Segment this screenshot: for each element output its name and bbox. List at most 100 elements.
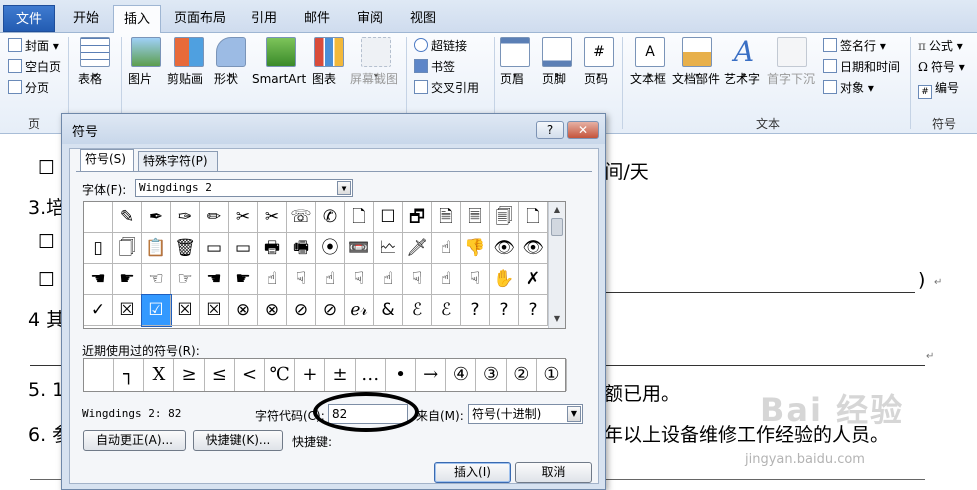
- symbol-cell[interactable]: ℯ𝓇: [345, 295, 374, 326]
- equation-button[interactable]: π 公式 ▾: [918, 36, 963, 56]
- recent-symbol-cell[interactable]: •: [386, 359, 416, 391]
- insert-button[interactable]: 插入(I): [434, 462, 511, 483]
- tab-mailings[interactable]: 邮件: [293, 5, 341, 32]
- symbol-cell[interactable]: ☝: [374, 264, 403, 295]
- symbol-cell[interactable]: 📋: [142, 233, 171, 264]
- drop-cap-button[interactable]: 首字下沉: [767, 37, 817, 86]
- symbol-cell[interactable]: ✒: [142, 202, 171, 233]
- number-button[interactable]: # 编号: [918, 78, 959, 99]
- symbol-cell[interactable]: 📼: [345, 233, 374, 264]
- symbol-cell[interactable]: ☛: [229, 264, 258, 295]
- object-button[interactable]: 对象 ▾: [823, 78, 874, 98]
- tab-insert[interactable]: 插入: [113, 5, 161, 34]
- signature-line-button[interactable]: 签名行 ▾: [823, 36, 886, 56]
- tab-review[interactable]: 审阅: [346, 5, 394, 32]
- recent-symbol-cell[interactable]: ①: [537, 359, 567, 391]
- symbol-cell[interactable]: ℰ: [432, 295, 461, 326]
- symbol-cell[interactable]: ✂: [229, 202, 258, 233]
- symbol-button[interactable]: Ω 符号 ▾: [918, 57, 965, 77]
- symbol-cell[interactable]: 👁: [490, 233, 519, 264]
- recent-symbol-cell[interactable]: ④: [446, 359, 477, 391]
- symbol-cell[interactable]: ☒: [113, 295, 142, 326]
- wordart-button[interactable]: A 艺术字 ▾: [724, 37, 764, 87]
- scrollbar-thumb[interactable]: [551, 218, 563, 236]
- page-break-button[interactable]: 分页: [8, 78, 49, 98]
- scroll-up-icon[interactable]: ▲: [550, 203, 564, 217]
- clipart-button[interactable]: 剪贴画: [167, 37, 211, 86]
- chevron-down-icon[interactable]: ▼: [567, 406, 581, 422]
- page-number-button[interactable]: # 页码 ▾: [584, 37, 614, 86]
- quick-parts-button[interactable]: 文档部件 ▾: [672, 37, 722, 86]
- recent-symbol-cell[interactable]: [84, 359, 114, 391]
- tab-file[interactable]: 文件: [3, 5, 55, 32]
- symbol-cell[interactable]: 🖷: [287, 233, 316, 264]
- autocorrect-button[interactable]: 自动更正(A)...: [83, 430, 186, 451]
- symbol-cell[interactable]: ☝: [316, 264, 345, 295]
- symbol-cell[interactable]: 🗋: [519, 202, 548, 233]
- symbol-cell[interactable]: 🗋: [345, 202, 374, 233]
- recent-symbol-cell[interactable]: …: [356, 359, 386, 391]
- symbol-cell[interactable]: ☚: [200, 264, 229, 295]
- symbol-cell[interactable]: ☟: [287, 264, 316, 295]
- chart-button[interactable]: 图表: [312, 37, 346, 86]
- tab-page-layout[interactable]: 页面布局: [166, 5, 234, 32]
- symbol-cell[interactable]: ☜: [142, 264, 171, 295]
- header-button[interactable]: 页眉 ▾: [500, 37, 530, 86]
- symbol-cell[interactable]: ✎: [113, 202, 142, 233]
- tab-references[interactable]: 引用: [240, 5, 288, 32]
- symbol-cell[interactable]: ℰ: [403, 295, 432, 326]
- blank-page-button[interactable]: 空白页: [8, 57, 61, 77]
- recent-symbol-cell[interactable]: ③: [477, 359, 507, 391]
- symbol-cell[interactable]: ▭: [229, 233, 258, 264]
- picture-button[interactable]: 图片: [128, 37, 164, 86]
- recent-symbol-cell[interactable]: ②: [507, 359, 537, 391]
- help-button[interactable]: ?: [536, 121, 564, 139]
- symbol-cell[interactable]: ⊘: [287, 295, 316, 326]
- symbol-cell[interactable]: ?: [519, 295, 548, 326]
- close-button[interactable]: ✕: [567, 121, 599, 139]
- chevron-down-icon[interactable]: ▼: [337, 181, 351, 195]
- recent-symbol-cell[interactable]: <: [235, 359, 265, 391]
- symbol-cell[interactable]: ✓: [84, 295, 113, 326]
- symbol-cell[interactable]: ⊗: [258, 295, 287, 326]
- symbol-cell[interactable]: ☒: [171, 295, 200, 326]
- symbol-cell[interactable]: ☏: [287, 202, 316, 233]
- symbol-cell[interactable]: ☚: [84, 264, 113, 295]
- symbol-cell[interactable]: ☝: [432, 264, 461, 295]
- recent-symbol-cell[interactable]: ≥: [175, 359, 205, 391]
- symbol-cell[interactable]: 🗑: [171, 233, 200, 264]
- shapes-button[interactable]: 形状 ▾: [214, 37, 248, 86]
- smartart-button[interactable]: SmartArt: [252, 37, 310, 86]
- symbol-cell[interactable]: 🗍: [113, 233, 142, 264]
- cover-page-button[interactable]: 封面 ▾: [8, 36, 59, 56]
- symbol-cell[interactable]: ☒: [200, 295, 229, 326]
- symbol-cell[interactable]: ✏: [200, 202, 229, 233]
- shortcut-key-button[interactable]: 快捷键(K)...: [193, 430, 283, 451]
- symbol-cell[interactable]: ☝: [258, 264, 287, 295]
- symbol-cell[interactable]: ⊗: [229, 295, 258, 326]
- tab-view[interactable]: 视图: [399, 5, 447, 32]
- symbol-cell[interactable]: ✋: [490, 264, 519, 295]
- symbol-cell[interactable]: 🗡: [403, 233, 432, 264]
- symbol-cell[interactable]: 🗗: [403, 202, 432, 233]
- tab-home[interactable]: 开始: [62, 5, 110, 32]
- symbol-cell[interactable]: ☝: [432, 233, 461, 264]
- hyperlink-button[interactable]: 超链接: [414, 36, 467, 56]
- symbol-cell[interactable]: ✑: [171, 202, 200, 233]
- bookmark-button[interactable]: 书签: [414, 57, 455, 77]
- symbol-cell[interactable]: ✆: [316, 202, 345, 233]
- symbol-cell[interactable]: ?: [461, 295, 490, 326]
- symbol-cell[interactable]: 🗠: [374, 233, 403, 264]
- font-select[interactable]: Wingdings 2 ▼: [135, 179, 353, 197]
- screenshot-button[interactable]: 屏幕截图 ▾: [350, 37, 402, 86]
- table-button[interactable]: 表格 ▾: [78, 37, 112, 86]
- symbol-cell[interactable]: ✗: [519, 264, 548, 295]
- symbol-cell[interactable]: ▯: [84, 233, 113, 264]
- recent-symbol-cell[interactable]: ℃: [265, 359, 296, 391]
- recent-symbol-cell[interactable]: ┐: [114, 359, 145, 391]
- symbol-cell[interactable]: ▭: [200, 233, 229, 264]
- symbol-cell[interactable]: ☐: [374, 202, 403, 233]
- symbol-cell[interactable]: ☟: [461, 264, 490, 295]
- scroll-down-icon[interactable]: ▼: [550, 312, 564, 326]
- symbol-cell[interactable]: 👎: [461, 233, 490, 264]
